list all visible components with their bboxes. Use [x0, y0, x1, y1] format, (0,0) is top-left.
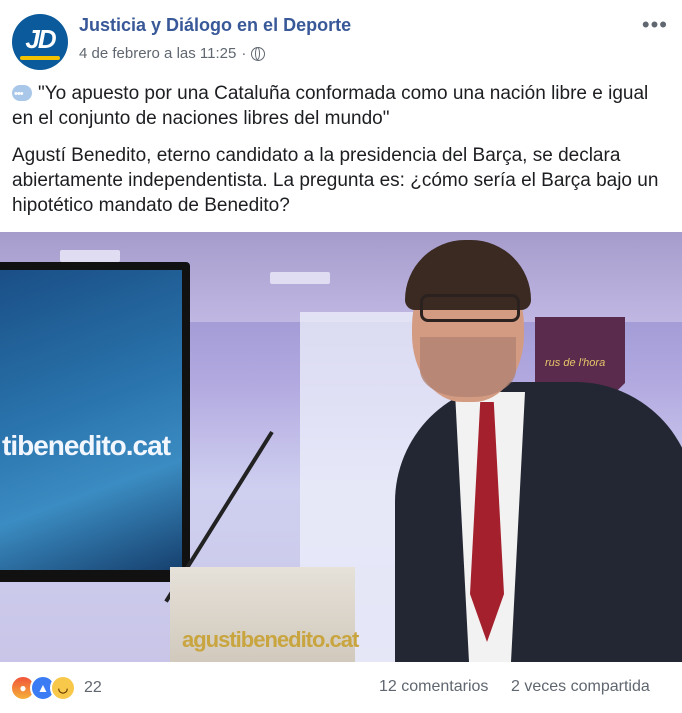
post-footer: ● ▲ ◡ 22 12 comentarios 2 veces comparti… [0, 662, 682, 713]
more-options-icon[interactable]: ••• [642, 12, 668, 38]
avatar-logo-text: JD [25, 24, 56, 54]
page-name-link[interactable]: Justicia y Diálogo en el Deporte [79, 15, 351, 36]
comments-link[interactable]: 12 comentarios [379, 678, 488, 696]
globe-icon[interactable] [251, 46, 266, 61]
reaction-count[interactable]: 22 [84, 679, 102, 697]
facebook-post: JD Justicia y Diálogo en el Deporte 4 de… [0, 0, 682, 713]
reactions-summary[interactable]: ● ▲ ◡ 22 [10, 675, 102, 701]
shares-link[interactable]: 2 veces compartida [511, 678, 650, 696]
speech-bubble-icon [12, 82, 32, 107]
haha-icon: ◡ [50, 675, 76, 701]
quote-text: "Yo apuesto por una Cataluña conformada … [12, 83, 649, 129]
page-avatar[interactable]: JD [12, 14, 68, 70]
post-quote: "Yo apuesto por una Cataluña conformada … [12, 81, 672, 131]
post-timestamp[interactable]: 4 de febrero a las 11:25 [79, 45, 236, 62]
photo-monitor: tibenedito.cat [0, 262, 190, 582]
post-body-text: Agustí Benedito, eterno candidato a la p… [12, 145, 659, 216]
speaker-beard [420, 337, 516, 397]
monitor-screen-text: tibenedito.cat [2, 430, 171, 461]
avatar-stripe [20, 56, 60, 60]
crest-text: rus de l'hora [545, 357, 606, 369]
meta-separator: · [241, 45, 247, 62]
ceiling-light [270, 272, 330, 284]
post-photo[interactable]: rus de l'hora tibenedito.cat agustibened… [0, 232, 682, 662]
post-meta: 4 de febrero a las 11:25 · [79, 45, 266, 62]
monitor-screen: tibenedito.cat [0, 270, 182, 570]
speaker-suit [395, 382, 682, 662]
lectern-text: agustibenedito.cat [182, 627, 359, 652]
ceiling-light [60, 250, 120, 262]
speaker-glasses [420, 294, 520, 322]
lectern: agustibenedito.cat [170, 567, 359, 662]
